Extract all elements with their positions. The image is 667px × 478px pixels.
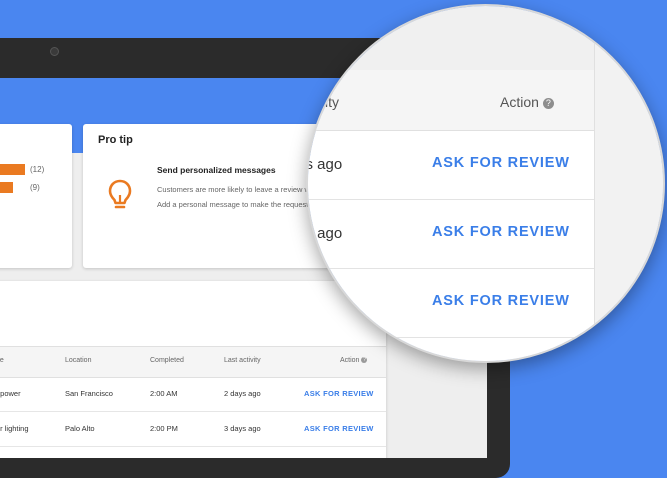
cell-last-activity: 3 days ago — [224, 424, 261, 433]
ask-for-review-button[interactable]: ASK FOR REVIEW — [304, 389, 374, 398]
magnified-table-header: ctivity Action? — [306, 70, 594, 131]
cell-last-activity: 2 days ago — [224, 389, 261, 398]
stats-bar-count-2: (9) — [30, 183, 40, 192]
column-last-activity: Last activity — [224, 357, 261, 364]
stats-card: (12) (9) — [0, 124, 72, 268]
magnified-column-activity: ctivity — [306, 94, 339, 110]
ask-for-review-button[interactable]: ASK FOR REVIEW — [304, 424, 374, 433]
magnified-side-panel — [594, 6, 663, 361]
lightbulb-icon — [108, 179, 132, 209]
magnified-column-action-label: Action — [500, 94, 539, 110]
magnified-table: ctivity Action? ys ago ASK FOR REVIEW ys… — [306, 70, 594, 361]
table-row: or lighting Palo Alto 2:00 PM 3 days ago… — [0, 412, 386, 447]
pro-tip-heading: Send personalized messages — [157, 165, 276, 175]
stats-bar-2 — [0, 182, 13, 193]
camera-icon — [50, 47, 59, 56]
cell-completed: 2:00 AM — [150, 389, 178, 398]
cell-location: Palo Alto — [65, 424, 95, 433]
stats-bar-1 — [0, 164, 25, 175]
magnified-cell-activity: ys ago — [306, 225, 343, 242]
ask-for-review-button[interactable]: ASK FOR REVIEW — [432, 293, 570, 309]
magnified-column-action: Action? — [500, 94, 554, 110]
magnified-table-row: ago ASK FOR REVIEW — [308, 269, 594, 338]
magnified-view: ctivity Action? ys ago ASK FOR REVIEW ys… — [308, 6, 663, 361]
magnified-cell-activity: ago — [318, 294, 344, 311]
cell-completed: 2:00 PM — [150, 424, 178, 433]
cell-name: or lighting — [0, 424, 29, 433]
ask-for-review-button[interactable]: ASK FOR REVIEW — [432, 224, 570, 240]
cell-name: f power — [0, 389, 21, 398]
table-row: f power San Francisco 2:00 AM 2 days ago… — [0, 377, 386, 412]
column-completed: Completed — [150, 357, 184, 364]
stats-bar-count-1: (12) — [30, 165, 45, 174]
column-location: Location — [65, 357, 92, 364]
column-name: ne — [0, 357, 4, 364]
magnified-table-row: ys ago ASK FOR REVIEW — [306, 200, 594, 269]
magnifier-lens: ctivity Action? ys ago ASK FOR REVIEW ys… — [306, 4, 665, 363]
help-icon[interactable]: ? — [542, 97, 554, 109]
cell-location: San Francisco — [65, 389, 113, 398]
magnified-table-row: ys ago ASK FOR REVIEW — [306, 131, 594, 200]
pro-tip-title: Pro tip — [98, 134, 133, 146]
ask-for-review-button[interactable]: ASK FOR REVIEW — [432, 155, 570, 171]
magnified-cell-activity: ys ago — [306, 156, 343, 173]
